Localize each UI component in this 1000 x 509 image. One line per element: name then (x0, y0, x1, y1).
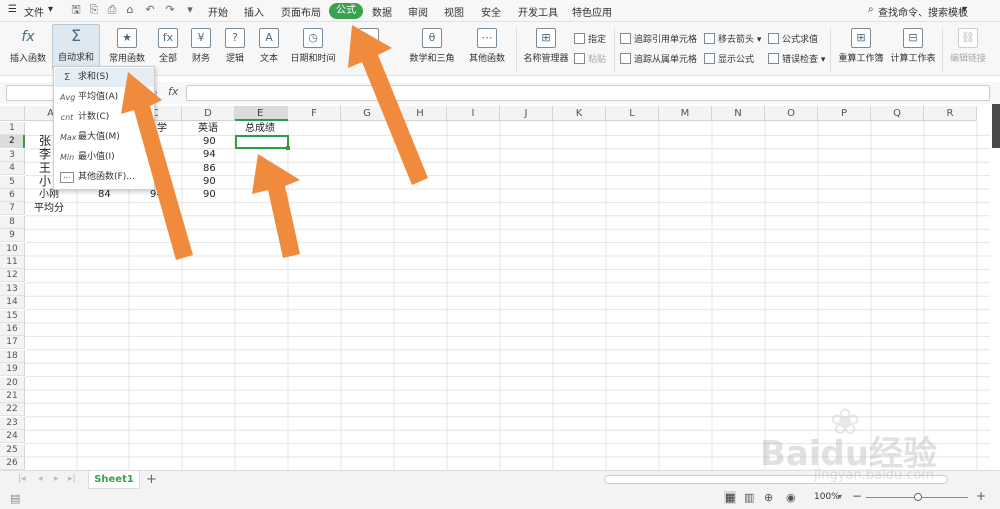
nav-last-icon[interactable]: ▸| (68, 474, 76, 484)
zoom-level[interactable]: 100% (814, 492, 840, 502)
zoom-slider-thumb[interactable] (914, 493, 922, 501)
nav-prev-icon[interactable]: ◂ (38, 474, 43, 484)
eye-protection-icon[interactable]: ◉ (786, 491, 796, 504)
arrow-to-formula-tab (348, 25, 428, 185)
sheet-tab[interactable]: Sheet1 (88, 471, 140, 489)
watermark: ❀ Baidu经验 jingyan.baidu.com (760, 402, 980, 486)
zoom-in-icon[interactable]: + (976, 489, 986, 503)
zoom-dropdown-icon[interactable]: ▾ (838, 492, 842, 501)
arrow-to-autosum (121, 72, 193, 260)
zoom-out-icon[interactable]: − (852, 489, 862, 503)
status-icon: ▤ (10, 492, 21, 505)
add-sheet-icon[interactable]: + (146, 472, 157, 487)
page-layout-icon[interactable]: ▥ (744, 491, 754, 504)
normal-view-icon[interactable]: ▦ (724, 491, 737, 504)
nav-first-icon[interactable]: |◂ (18, 474, 26, 484)
nav-next-icon[interactable]: ▸ (54, 474, 59, 484)
page-break-icon[interactable]: ⊕ (764, 491, 773, 504)
arrow-to-cell-e2 (252, 154, 300, 258)
watermark-url: jingyan.baidu.com (814, 468, 934, 483)
